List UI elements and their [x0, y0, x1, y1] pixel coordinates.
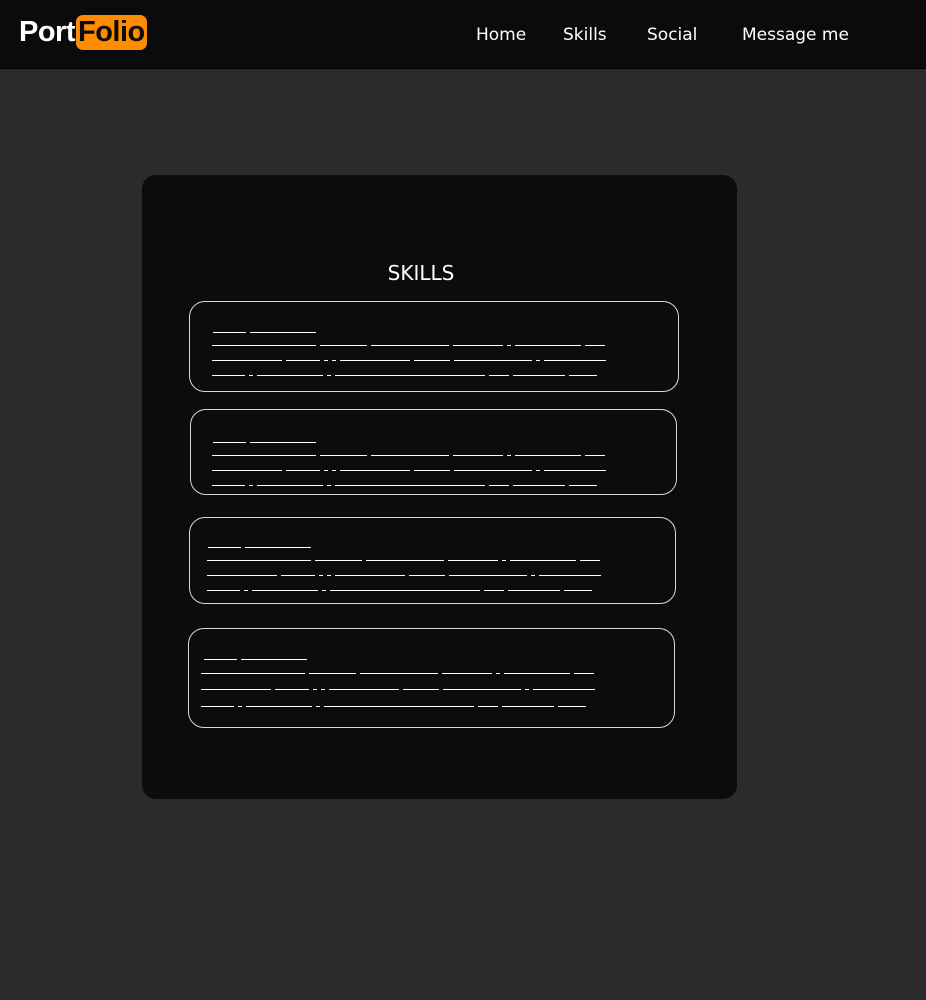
logo-text-folio: Folio — [76, 14, 147, 50]
redacted-text-line — [207, 560, 600, 562]
redacted-text-line — [208, 547, 311, 549]
redacted-text-line — [212, 455, 605, 457]
skill-item — [189, 517, 676, 604]
redacted-text-line — [207, 590, 592, 592]
skill-item — [190, 409, 677, 495]
redacted-text-line — [204, 659, 307, 661]
logo[interactable]: Port Folio — [19, 14, 147, 50]
nav-message-link[interactable]: Message me — [742, 24, 849, 46]
skills-card: SKILLS — [142, 175, 737, 799]
redacted-text-line — [201, 706, 586, 708]
nav-social-link[interactable]: Social — [647, 24, 697, 46]
skill-item — [189, 301, 679, 392]
nav-skills-link[interactable]: Skills — [563, 24, 607, 46]
redacted-text-line — [212, 345, 605, 347]
skills-title: SKILLS — [387, 261, 455, 285]
redacted-text-line — [213, 332, 316, 334]
navbar: Port Folio Home Skills Social Message me — [0, 0, 926, 69]
redacted-text-line — [201, 673, 594, 675]
redacted-text-line — [207, 575, 601, 577]
logo-text-port: Port — [19, 15, 76, 48]
redacted-text-line — [212, 375, 597, 377]
redacted-text-line — [212, 485, 597, 487]
redacted-text-line — [212, 360, 606, 362]
redacted-text-line — [212, 470, 606, 472]
nav-home-link[interactable]: Home — [476, 24, 526, 46]
redacted-text-line — [201, 689, 595, 691]
skill-item — [188, 628, 675, 728]
redacted-text-line — [213, 442, 316, 444]
